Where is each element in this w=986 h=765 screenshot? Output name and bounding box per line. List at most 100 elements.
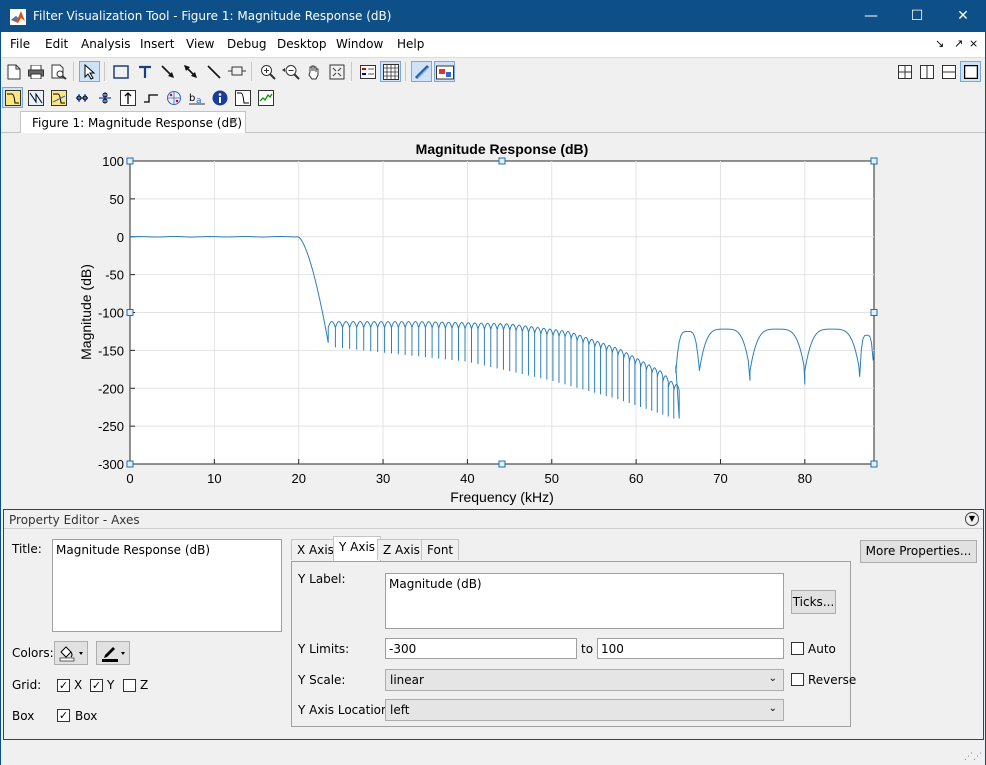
face-color-button[interactable]	[54, 641, 88, 665]
magnitude-response-icon[interactable]	[2, 87, 23, 108]
y-limit-min-input[interactable]: -300	[385, 638, 577, 659]
fit-to-view-icon[interactable]	[326, 61, 347, 82]
collapse-icon[interactable]: ▼	[965, 512, 979, 526]
property-editor-title: Property Editor - Axes	[9, 513, 140, 527]
pan-icon[interactable]	[303, 61, 324, 82]
grid-x-label: X	[74, 678, 83, 692]
y-limit-max-input[interactable]: 100	[597, 638, 784, 659]
zoom-out-icon[interactable]	[280, 61, 301, 82]
menu-view[interactable]: View	[186, 37, 214, 51]
magnitude-phase-icon[interactable]	[48, 87, 69, 108]
y-limits-label: Y Limits:	[298, 642, 350, 656]
y-axis-location-label: Y Axis Location:	[298, 703, 393, 717]
close-figure-icon[interactable]: ⨯	[969, 37, 978, 50]
new-file-icon[interactable]	[3, 61, 24, 82]
edit-plot-arrow-icon[interactable]	[79, 61, 100, 82]
tab-z-axis[interactable]: Z Axis	[377, 539, 426, 560]
pen-icon	[102, 647, 125, 662]
box-checkbox[interactable]: ✓	[57, 709, 70, 722]
step-response-icon[interactable]	[140, 87, 161, 108]
y-tick-label: 100	[102, 154, 124, 169]
chevron-down-icon: ⌄	[768, 673, 777, 684]
grid-y-checkbox[interactable]: ✓	[90, 679, 103, 692]
left-right-layout-icon[interactable]	[916, 61, 937, 82]
filter-information-icon[interactable]	[209, 87, 230, 108]
undock-icon[interactable]: ↗	[954, 37, 963, 50]
x-tick-label: 0	[126, 471, 133, 486]
pin-to-axes-icon[interactable]	[226, 61, 247, 82]
toolbar-separator	[73, 62, 74, 81]
legend-icon[interactable]	[357, 61, 378, 82]
y-tick-label: -200	[98, 381, 124, 396]
resize-handle[interactable]	[498, 157, 506, 165]
impulse-response-icon[interactable]	[117, 87, 138, 108]
menu-file[interactable]: File	[10, 37, 30, 51]
insert-arrow-icon[interactable]	[157, 61, 178, 82]
y-label-textbox[interactable]: Magnitude (dB)	[385, 573, 784, 629]
maximize-button[interactable]: ☐	[894, 1, 940, 32]
menu-analysis[interactable]: Analysis	[81, 37, 130, 51]
resize-handle[interactable]	[126, 157, 134, 165]
grid-x-checkbox[interactable]: ✓	[57, 679, 70, 692]
top-bottom-layout-icon[interactable]	[938, 61, 959, 82]
y-axis-location-select[interactable]: left ⌄	[385, 699, 784, 721]
group-delay-icon[interactable]	[71, 87, 92, 108]
menu-help[interactable]: Help	[397, 37, 424, 51]
resize-grip-icon[interactable]: ⋰⋰	[964, 752, 982, 762]
y-tick-label: -300	[98, 457, 124, 472]
menu-insert[interactable]: Insert	[140, 37, 174, 51]
resize-handle[interactable]	[870, 309, 878, 316]
round-off-noise-icon[interactable]	[255, 87, 276, 108]
filter-coefficients-icon[interactable]: ba	[186, 87, 207, 108]
insert-rectangle-icon[interactable]	[110, 61, 131, 82]
insert-double-arrow-icon[interactable]	[180, 61, 201, 82]
paint-bucket-icon	[59, 646, 83, 662]
title-textbox[interactable]: Magnitude Response (dB)	[52, 539, 282, 632]
figure-tab[interactable]: Figure 1: Magnitude Response (dB) ✕	[20, 111, 246, 134]
edge-color-button[interactable]	[96, 641, 130, 665]
resize-handle[interactable]	[870, 157, 878, 165]
insert-line-icon[interactable]	[203, 61, 224, 82]
show-plot-tools-icon[interactable]	[434, 61, 455, 82]
auto-checkbox[interactable]	[791, 642, 804, 655]
analysis-toolbar: ba	[1, 84, 985, 111]
menu-desktop[interactable]: Desktop	[277, 37, 327, 51]
toolbar-separator	[405, 62, 406, 81]
ticks-button[interactable]: Ticks...	[791, 590, 836, 614]
link-axes-icon[interactable]	[411, 61, 432, 82]
resize-handle[interactable]	[126, 309, 134, 316]
magnitude-response-estimate-icon[interactable]	[232, 87, 253, 108]
menu-edit[interactable]: Edit	[45, 37, 68, 51]
tab-font[interactable]: Font	[421, 539, 460, 560]
dock-icon[interactable]: ↘	[935, 37, 944, 50]
grid-z-checkbox[interactable]	[123, 679, 136, 692]
x-tick-label: 30	[376, 471, 390, 486]
matlab-logo-icon	[10, 9, 26, 25]
zoom-in-icon[interactable]	[257, 61, 278, 82]
resize-handle[interactable]	[498, 460, 506, 468]
x-tick-label: 70	[713, 471, 727, 486]
y-scale-select[interactable]: linear ⌄	[385, 669, 784, 691]
resize-handle[interactable]	[870, 460, 878, 468]
print-preview-icon[interactable]	[48, 61, 69, 82]
close-button[interactable]: ✕	[940, 1, 986, 32]
pole-zero-plot-icon[interactable]	[163, 87, 184, 108]
grid-y-label: Y	[107, 678, 115, 692]
magnitude-response-chart[interactable]: 0 10 20 30 40 50 60 70 80 100 50 0 -50 -100 -150 -200 -2…	[2, 133, 984, 509]
tile-layout-icon[interactable]	[894, 61, 915, 82]
reverse-checkbox[interactable]	[791, 673, 804, 686]
phase-delay-icon[interactable]	[94, 87, 115, 108]
close-tab-icon[interactable]: ✕	[228, 115, 239, 130]
resize-handle[interactable]	[126, 460, 134, 468]
tab-y-axis[interactable]: Y Axis	[333, 536, 382, 561]
print-icon[interactable]	[25, 61, 46, 82]
insert-text-icon[interactable]	[134, 61, 155, 82]
minimize-button[interactable]: —	[848, 1, 894, 32]
maximize-layout-icon[interactable]	[960, 61, 981, 82]
menu-window[interactable]: Window	[336, 37, 383, 51]
menu-debug[interactable]: Debug	[227, 37, 266, 51]
phase-response-icon[interactable]	[25, 87, 46, 108]
more-properties-button[interactable]: More Properties...	[860, 540, 977, 563]
figure-tab-label: Figure 1: Magnitude Response (dB)	[32, 116, 242, 130]
grid-toggle-icon[interactable]	[380, 61, 401, 82]
